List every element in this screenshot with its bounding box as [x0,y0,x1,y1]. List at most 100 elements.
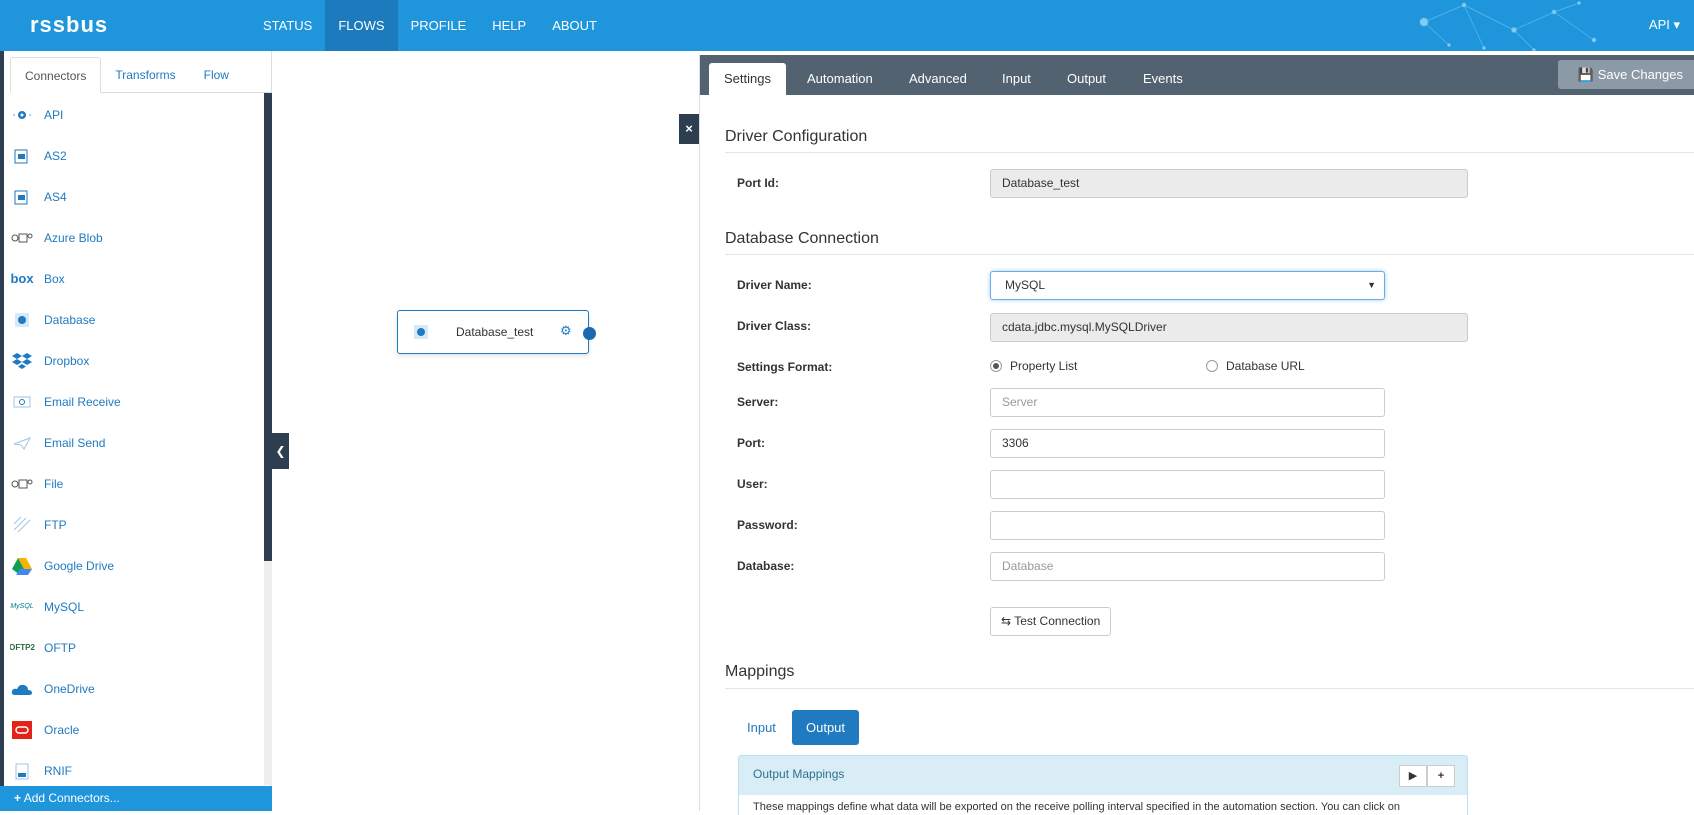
connector-onedrive[interactable]: OneDrive [10,668,264,709]
tab-input[interactable]: Input [987,63,1046,95]
add-connectors-label: Add Connectors... [23,791,120,805]
nav-flows[interactable]: FLOWS [325,0,398,51]
connector-oftp[interactable]: OFTP2 OFTP [10,627,264,668]
connector-label: File [44,476,64,491]
section-database-connection: Database Connection [725,230,879,247]
connector-list: API AS2 AS4 Azure Blob box Box Database … [10,94,264,794]
driver-name-label: Driver Name: [737,278,812,292]
mysql-icon: MySQL [10,603,34,610]
dropbox-icon [10,351,34,371]
mapping-tab-output[interactable]: Output [792,710,860,745]
port-id-field[interactable]: Database_test [990,169,1468,198]
divider [725,152,1694,153]
connector-google-drive[interactable]: Google Drive [10,545,264,586]
connector-as4[interactable]: AS4 [10,176,264,217]
add-connectors-button[interactable]: + Add Connectors... [0,786,272,811]
tab-settings[interactable]: Settings [709,63,786,95]
scrollbar-thumb[interactable] [264,93,272,561]
connector-label: MySQL [44,599,85,614]
connector-database[interactable]: Database [10,299,264,340]
connector-azure-blob[interactable]: Azure Blob [10,217,264,258]
user-input[interactable] [990,470,1385,499]
section-driver-configuration: Driver Configuration [725,128,868,145]
main-nav: STATUS FLOWS PROFILE HELP ABOUT [250,0,610,51]
output-mappings-title: Output Mappings [753,767,845,781]
connector-label: RNIF [44,763,72,778]
connector-label: Oracle [44,722,80,737]
network-decoration [1419,1,1597,51]
radio-database-url[interactable]: Database URL [1206,359,1305,373]
tab-advanced[interactable]: Advanced [894,63,982,95]
save-changes-button[interactable]: 💾 Save Changes [1557,60,1694,89]
connector-label: OneDrive [44,681,95,696]
tab-flow[interactable]: Flow [190,57,243,92]
tab-automation[interactable]: Automation [792,63,888,95]
connector-label: Dropbox [44,353,90,368]
password-input[interactable] [990,511,1385,540]
test-connection-button[interactable]: ⇆ Test Connection [990,607,1112,636]
driver-name-select[interactable]: MySQL ▼ [990,271,1385,300]
node-output-port[interactable] [583,327,596,340]
mapping-actions: ▶ + [1399,765,1455,787]
rssbus-logo[interactable]: rssbus [30,12,108,38]
connector-email-receive[interactable]: Email Receive [10,381,264,422]
radio-label: Property List [1010,359,1078,373]
nav-about[interactable]: ABOUT [539,0,610,51]
connector-ftp[interactable]: FTP [10,504,264,545]
connector-dropbox[interactable]: Dropbox [10,340,264,381]
driver-class-label: Driver Class: [737,319,812,333]
add-mapping-button[interactable]: + [1427,765,1455,787]
nav-status[interactable]: STATUS [250,0,325,51]
connector-mysql[interactable]: MySQL MySQL [10,586,264,627]
email-receive-icon [10,392,34,412]
as4-icon [10,187,34,207]
nav-profile[interactable]: PROFILE [398,0,480,51]
close-panel-button[interactable]: × [679,114,699,144]
tab-events[interactable]: Events [1128,63,1198,95]
connector-as2[interactable]: AS2 [10,135,264,176]
tab-output[interactable]: Output [1052,63,1121,95]
port-label: Port: [737,436,765,450]
connector-label: Azure Blob [44,230,103,245]
radio-selected-icon [990,360,1002,372]
gear-icon[interactable]: ⚙ [560,323,572,339]
flow-node-database-test[interactable]: Database_test ⚙ [397,310,596,354]
mapping-tab-input[interactable]: Input [733,710,790,745]
password-label: Password: [737,518,798,532]
connector-oracle[interactable]: Oracle [10,709,264,750]
settings-panel: Settings Automation Advanced Input Outpu… [699,55,1694,815]
top-navbar: rssbus STATUS FLOWS PROFILE HELP ABOUT A… [0,0,1694,51]
database-icon [412,323,430,344]
plus-icon: + [1437,770,1445,782]
close-icon: × [685,121,693,136]
connector-file[interactable]: File [10,463,264,504]
connector-api[interactable]: API [10,94,264,135]
database-input[interactable]: Database [990,552,1385,581]
tab-transforms[interactable]: Transforms [101,57,189,92]
rnif-icon [10,761,34,781]
connector-box[interactable]: box Box [10,258,264,299]
divider [725,688,1694,689]
save-icon: 💾 [1577,67,1595,82]
settings-tabs: Settings Automation Advanced Input Outpu… [700,55,1694,95]
tab-connectors[interactable]: Connectors [10,57,102,93]
connector-label: Email Send [44,435,106,450]
server-label: Server: [737,395,779,409]
collapse-sidebar-button[interactable]: ❮ [272,433,289,469]
user-menu[interactable]: API ▾ [1649,17,1680,33]
save-label: Save Changes [1597,67,1683,82]
ftp-icon [10,515,34,535]
radio-property-list[interactable]: Property List [990,359,1077,373]
connector-email-send[interactable]: Email Send [10,422,264,463]
connector-label: Box [44,271,65,286]
connector-rnif[interactable]: RNIF [10,750,264,791]
driver-name-value: MySQL [1005,278,1046,292]
azure-blob-icon [10,228,34,248]
google-drive-icon [10,556,34,576]
nav-help[interactable]: HELP [479,0,539,51]
connector-label: Google Drive [44,558,115,573]
port-input[interactable]: 3306 [990,429,1385,458]
server-input[interactable]: Server [990,388,1385,417]
driver-class-field[interactable]: cdata.jdbc.mysql.MySQLDriver [990,313,1468,342]
play-button[interactable]: ▶ [1399,765,1427,787]
